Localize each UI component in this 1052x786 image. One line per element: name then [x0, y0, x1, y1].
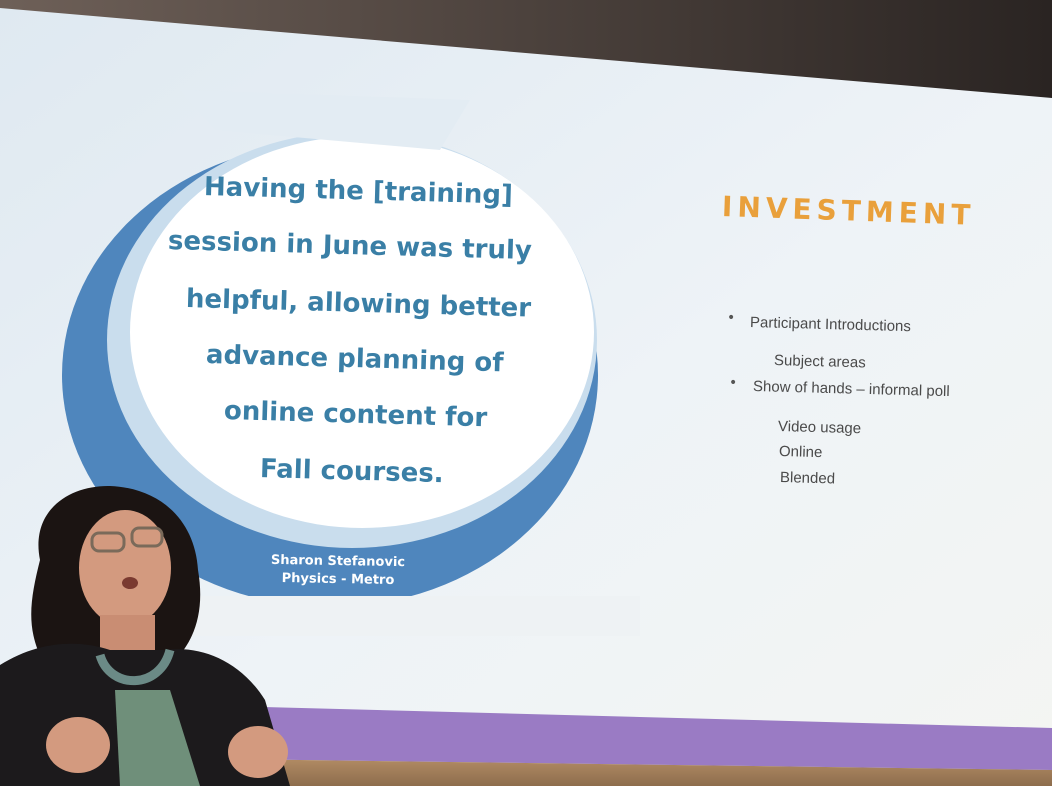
quote-author-name: Sharon Stefanovic [270, 552, 406, 571]
list-item: Video usage [777, 418, 862, 438]
list-item: Blended [779, 469, 836, 488]
bullet-marker: • [729, 375, 738, 391]
list-item: Subject areas [773, 352, 866, 372]
bullet-marker: • [727, 310, 736, 326]
quote-author-dept: Physics - Metro [281, 571, 395, 588]
list-item: Online [778, 443, 823, 462]
quote-line: Fall courses. [259, 454, 445, 490]
